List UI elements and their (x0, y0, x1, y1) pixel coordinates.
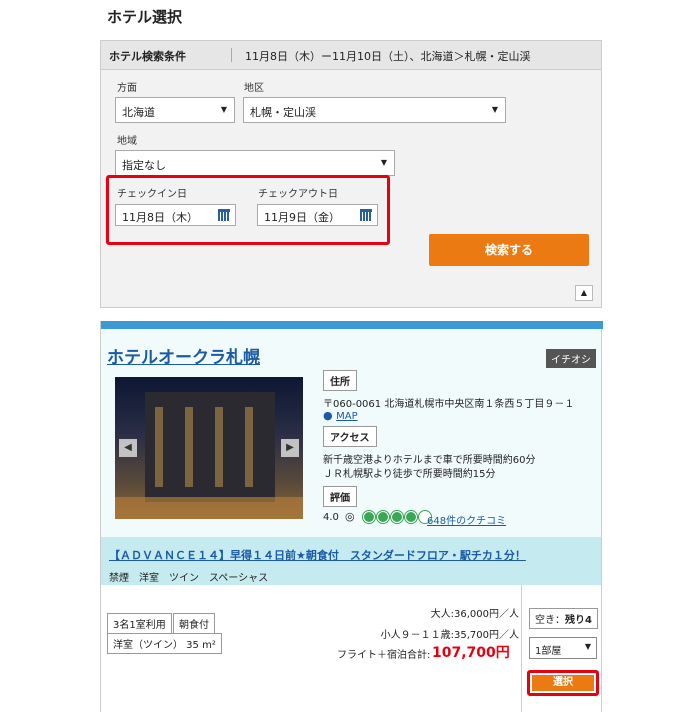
window-shape (215, 407, 223, 487)
room-count-value: 1部屋 (535, 646, 562, 657)
select-button-highlight: 選択 (527, 670, 599, 696)
map-link[interactable]: MAP (336, 411, 358, 422)
district-value: 札幌・定山渓 (250, 106, 316, 119)
room-count-select[interactable]: 1部屋 ▼ (529, 637, 597, 659)
access-line-2: ＪＲ札幌駅より徒歩で所要時間約15分 (323, 469, 496, 480)
district-select[interactable]: 札幌・定山渓 ▼ (243, 97, 506, 123)
chevron-down-icon: ▼ (380, 158, 387, 167)
meal-chip: 朝食付 (173, 613, 215, 634)
collapse-up-icon[interactable]: ▲ (575, 285, 593, 301)
area-value: 指定なし (122, 159, 166, 172)
checkout-label: チェックアウト日 (258, 189, 338, 200)
hotel-address: 〒060-0061 北海道札幌市中央区南１条西５丁目９－１ (323, 399, 575, 410)
occupancy-chip: 3名1室利用 (107, 613, 172, 634)
plan-title-link[interactable]: 【ＡＤＶＡＮＣＥ１４】早得１４日前★朝食付 スタンダードフロア・駅チカ１分！ (109, 547, 526, 563)
plan-features: 禁煙 洋室 ツイン スペーシャス (109, 573, 269, 584)
rating-circle (376, 510, 390, 524)
chevron-down-icon: ▼ (220, 105, 227, 114)
area-label: 地域 (117, 136, 137, 147)
room-type-chip: 洋室（ツイン） 35 m² (107, 633, 222, 654)
select-button[interactable]: 選択 (532, 675, 594, 691)
window-shape (155, 407, 163, 487)
search-button[interactable]: 検索する (429, 234, 589, 266)
chevron-down-icon: ▼ (491, 105, 498, 114)
photo-prev-icon[interactable]: ◀ (119, 439, 137, 457)
access-tag: アクセス (323, 426, 377, 447)
reviews-link[interactable]: 648件のクチコミ (427, 512, 506, 527)
map-link-row[interactable]: ● MAP (323, 409, 358, 422)
calendar-icon[interactable] (360, 209, 372, 221)
availability-value: 残り4 (565, 615, 592, 626)
checkin-label: チェックイン日 (117, 189, 187, 200)
search-panel-title: ホテル検索条件 (109, 50, 186, 63)
rating-circle (404, 510, 418, 524)
rating-tag: 評価 (323, 486, 357, 507)
divider (231, 48, 232, 62)
checkin-value: 11月8日（木） (122, 211, 198, 224)
child-price: 小人９－１１歳:35,700円／人 (380, 630, 519, 641)
rating-circle (362, 510, 376, 524)
hotel-info-section: ホテルオークラ札幌 イチオシ ◀ ▶ 住所 〒060-0061 北海道札幌市中央… (101, 329, 601, 537)
hotel-card-topbar (101, 321, 603, 329)
window-shape (185, 407, 193, 487)
page-title: ホテル選択 (107, 8, 183, 26)
divider (521, 585, 522, 712)
area-select[interactable]: 指定なし ▼ (115, 150, 395, 176)
availability-badge: 空き：残り4 (529, 608, 598, 629)
calendar-icon[interactable] (218, 209, 230, 221)
direction-value: 北海道 (122, 106, 155, 119)
total-label: フライト＋宿泊合計: (337, 650, 431, 661)
checkout-value: 11月9日（金） (264, 211, 340, 224)
entrance-light (115, 497, 303, 519)
recommended-badge: イチオシ (546, 349, 596, 368)
hotel-name-link[interactable]: ホテルオークラ札幌 (107, 343, 260, 368)
search-summary: 11月8日（木）ー11月10日（土）、北海道＞札幌・定山渓 (245, 50, 531, 63)
rating-circles (362, 510, 433, 526)
map-pin-icon: ● (323, 409, 333, 422)
address-tag: 住所 (323, 370, 357, 391)
access-line-1: 新千歳空港よりホテルまで車で所要時間約60分 (323, 455, 536, 466)
search-panel-header: ホテル検索条件 11月8日（木）ー11月10日（土）、北海道＞札幌・定山渓 (101, 41, 601, 70)
tripadvisor-owl-icon: ◎ (345, 510, 355, 523)
search-panel: ホテル検索条件 11月8日（木）ー11月10日（土）、北海道＞札幌・定山渓 方面… (100, 40, 602, 308)
adult-price: 大人:36,000円／人 (430, 609, 519, 620)
total-price: 107,700円 (432, 645, 510, 661)
rating-value: 4.0 (323, 512, 339, 523)
district-label: 地区 (244, 83, 264, 94)
photo-next-icon[interactable]: ▶ (281, 439, 299, 457)
window-shape (245, 407, 253, 487)
plan-header: 【ＡＤＶＡＮＣＥ１４】早得１４日前★朝食付 スタンダードフロア・駅チカ１分！ 禁… (101, 537, 601, 585)
direction-select[interactable]: 北海道 ▼ (115, 97, 235, 123)
checkin-date-field[interactable]: 11月8日（木） (115, 204, 236, 226)
chevron-down-icon: ▼ (584, 642, 591, 651)
availability-label: 空き： (535, 615, 565, 626)
building-shape (145, 392, 275, 502)
hotel-photo: ◀ ▶ (115, 377, 303, 519)
rating-circle (390, 510, 404, 524)
hotel-card: ホテルオークラ札幌 イチオシ ◀ ▶ 住所 〒060-0061 北海道札幌市中央… (100, 321, 603, 712)
direction-label: 方面 (117, 83, 137, 94)
checkout-date-field[interactable]: 11月9日（金） (257, 204, 378, 226)
